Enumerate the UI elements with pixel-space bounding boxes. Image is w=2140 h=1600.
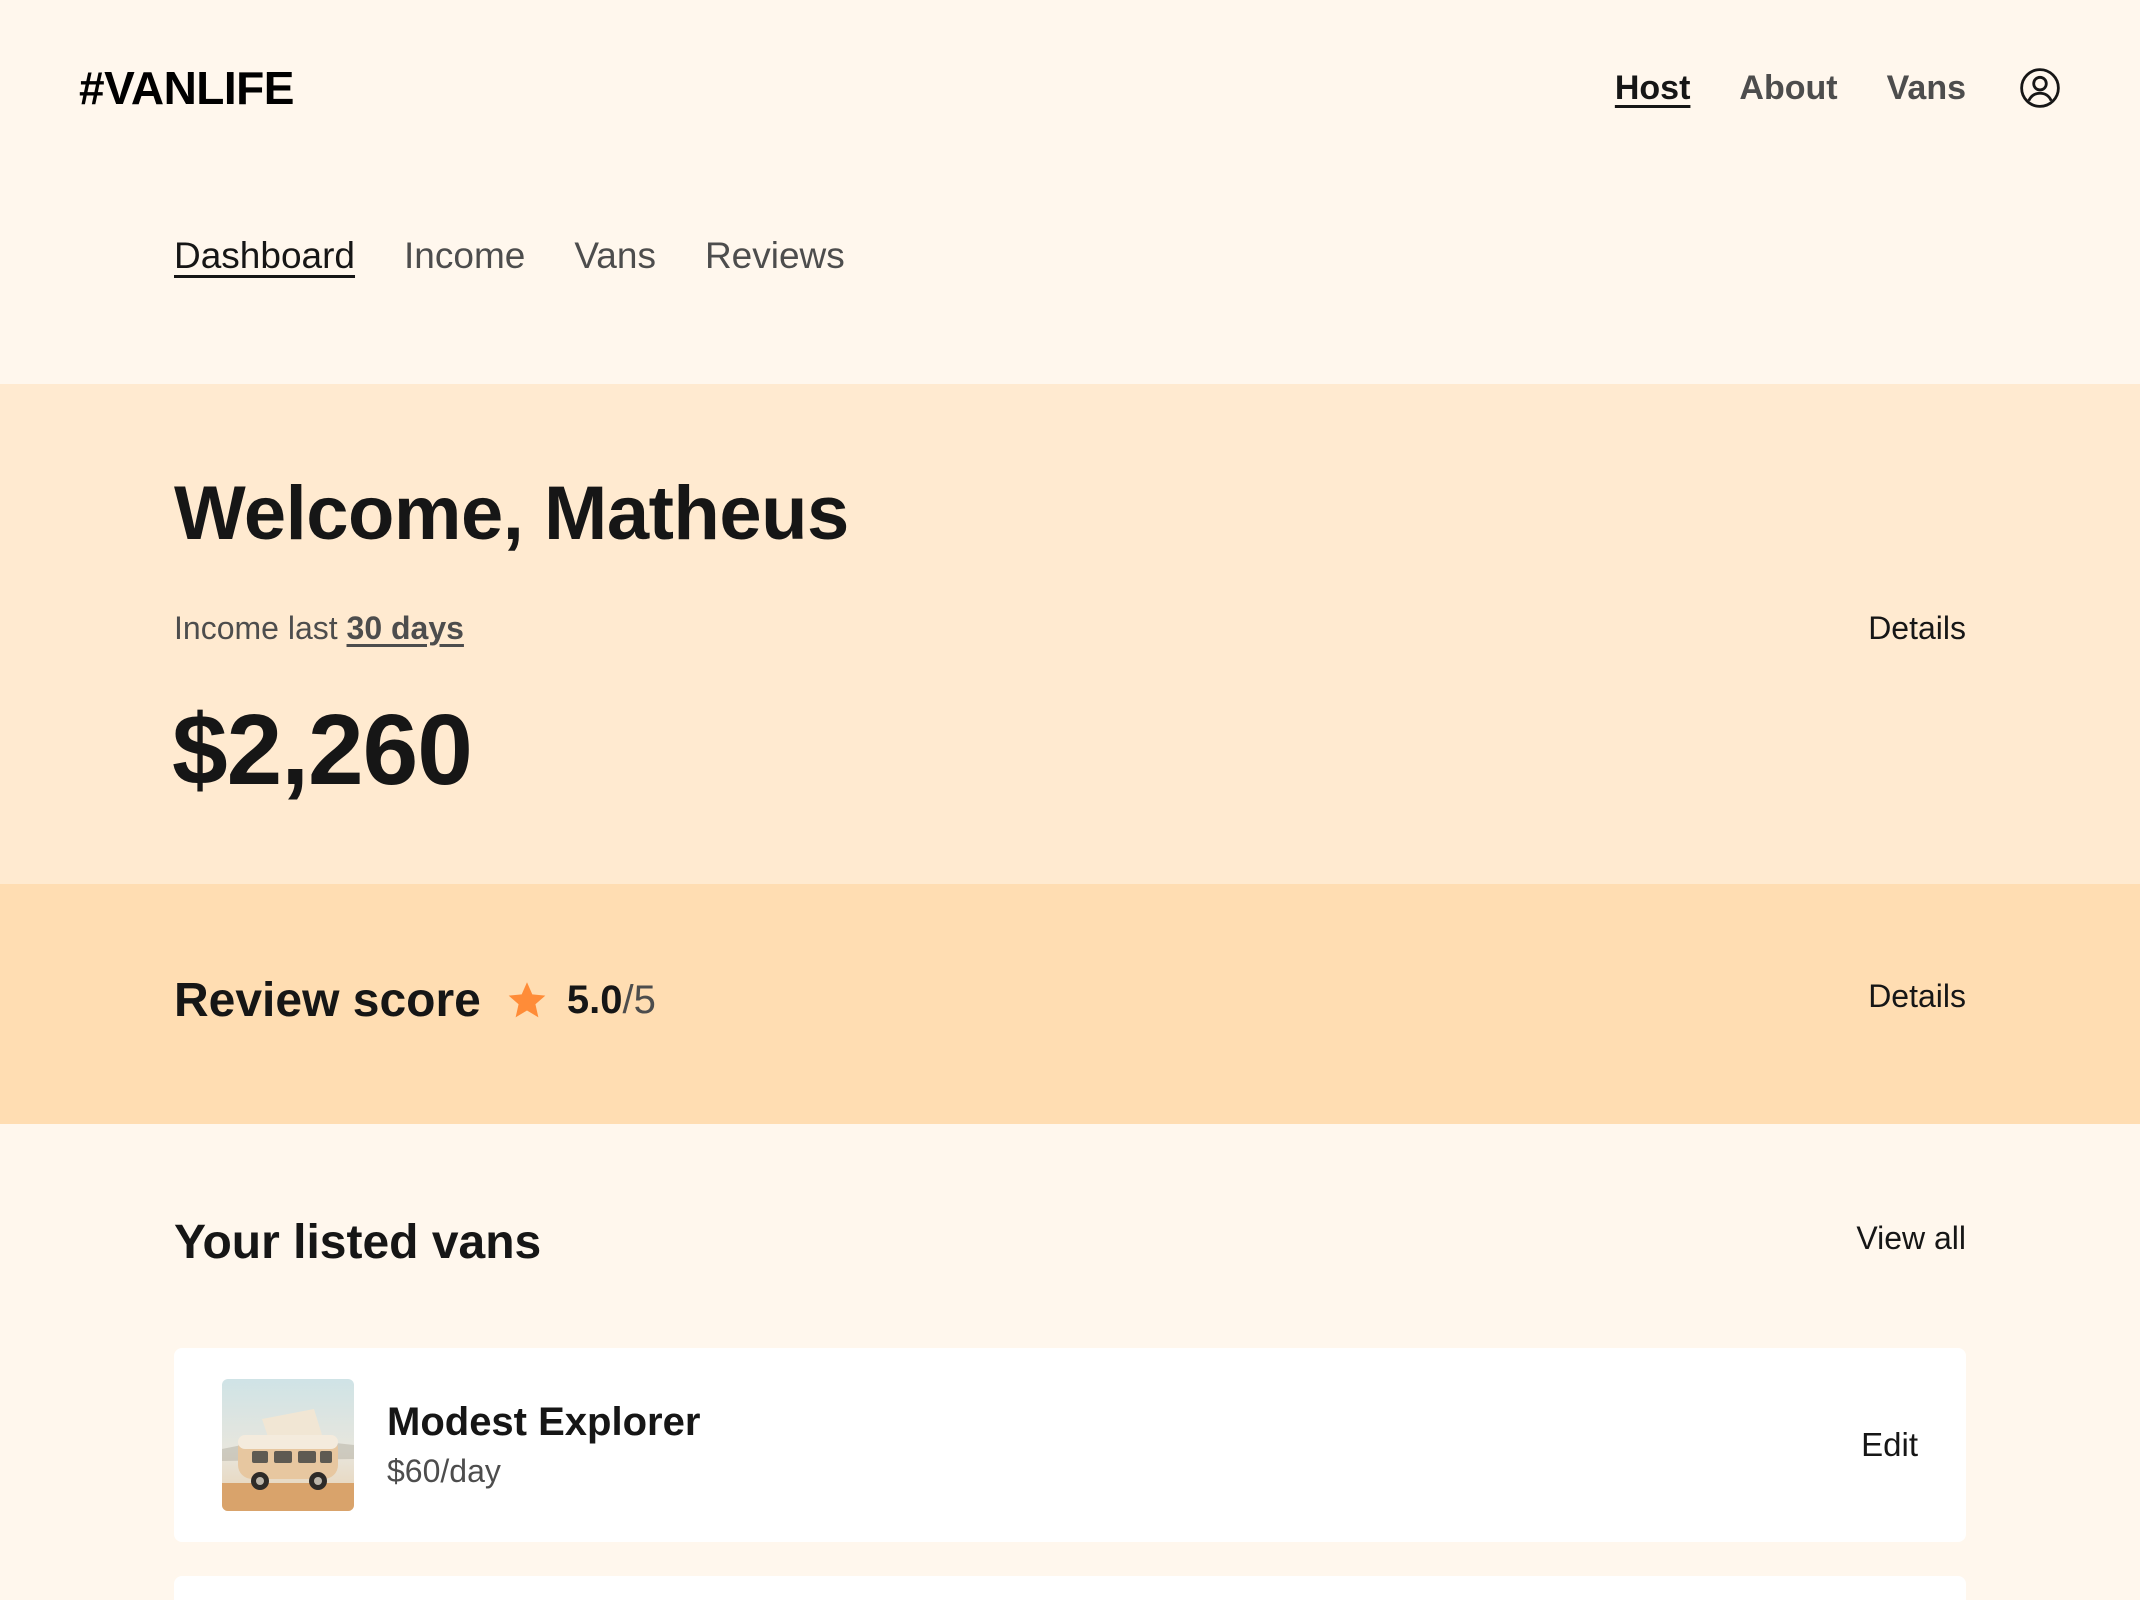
tab-income[interactable]: Income bbox=[404, 235, 525, 277]
van-thumbnail-image bbox=[222, 1379, 354, 1511]
van-info: Modest Explorer $60/day bbox=[387, 1400, 700, 1490]
host-dashboard-page: #VANLIFE Host About Vans Dashboard Incom… bbox=[0, 0, 2140, 1600]
van-list-item bbox=[174, 1576, 1966, 1600]
listed-vans-title: Your listed vans bbox=[174, 1216, 542, 1269]
review-score-title: Review score bbox=[174, 974, 481, 1027]
nav-about-link[interactable]: About bbox=[1739, 69, 1837, 108]
income-period-label: Income last 30 days bbox=[174, 610, 464, 647]
main-nav: Host About Vans bbox=[1615, 67, 2061, 109]
income-label-prefix: Income last bbox=[174, 610, 338, 646]
site-header: #VANLIFE Host About Vans bbox=[0, 0, 2140, 176]
income-details-link[interactable]: Details bbox=[1868, 610, 1966, 647]
tab-dashboard[interactable]: Dashboard bbox=[174, 235, 355, 277]
van-name: Modest Explorer bbox=[387, 1400, 701, 1444]
review-score-max: /5 bbox=[622, 978, 656, 1022]
van-price: $60/day bbox=[387, 1453, 501, 1489]
review-score-number: 5.0 bbox=[566, 978, 623, 1022]
host-sub-nav: Dashboard Income Vans Reviews bbox=[174, 235, 845, 277]
nav-vans-link[interactable]: Vans bbox=[1887, 69, 1966, 108]
welcome-heading: Welcome, Matheus bbox=[174, 471, 849, 556]
review-details-link[interactable]: Details bbox=[1868, 978, 1966, 1015]
tab-vans[interactable]: Vans bbox=[574, 235, 656, 277]
review-score-row: Review score 5.0/5 bbox=[174, 973, 656, 1028]
logo-link[interactable]: #VANLIFE bbox=[79, 61, 294, 115]
van-edit-link[interactable]: Edit bbox=[1861, 1426, 1918, 1464]
user-circle-icon[interactable] bbox=[2019, 67, 2061, 109]
star-icon bbox=[508, 981, 546, 1017]
van-list-item: Modest Explorer $60/day Edit bbox=[174, 1348, 1966, 1542]
view-all-link[interactable]: View all bbox=[1856, 1220, 1966, 1257]
tab-reviews[interactable]: Reviews bbox=[705, 235, 845, 277]
nav-host-link[interactable]: Host bbox=[1615, 69, 1691, 108]
review-score-value: 5.0/5 bbox=[567, 978, 656, 1023]
income-period: 30 days bbox=[346, 610, 464, 646]
income-amount: $2,260 bbox=[172, 694, 473, 806]
